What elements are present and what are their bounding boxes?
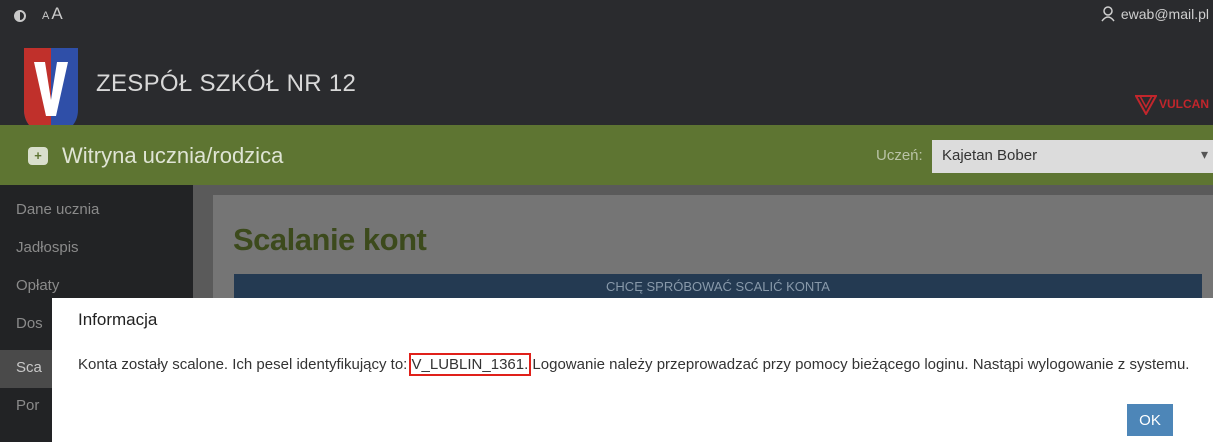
info-dialog: Informacja Konta zostały scalone. Ich pe… <box>52 298 1213 442</box>
pesel-identifier-highlight: V_LUBLIN_1361. <box>408 353 532 376</box>
dialog-title: Informacja <box>78 310 158 329</box>
user-icon <box>1101 6 1115 22</box>
ok-button[interactable]: OK <box>1127 404 1173 436</box>
student-select[interactable]: Kajetan Bober ▾ <box>932 140 1213 173</box>
chevron-down-icon: ▾ <box>1200 146 1208 162</box>
chat-plus-icon: + <box>28 147 48 165</box>
dialog-message: Konta zostały scalone. Ich pesel identyf… <box>78 353 1190 376</box>
user-account[interactable]: ewab@mail.pl <box>1101 6 1209 22</box>
font-size-large-label: A <box>51 4 63 23</box>
font-size-toggle[interactable]: AA <box>42 4 63 24</box>
dialog-message-end: Logowanie należy przeprowadzać przy pomo… <box>528 356 1190 373</box>
vulcan-logo: VULCAN <box>1135 93 1209 115</box>
top-bar <box>0 0 1213 125</box>
student-label: Uczeń: <box>876 147 923 164</box>
vulcan-logo-text: VULCAN <box>1159 97 1209 111</box>
font-size-small-label: A <box>42 10 50 22</box>
student-selected-value: Kajetan Bober <box>942 147 1038 164</box>
merge-accounts-button[interactable]: CHCĘ SPRÓBOWAĆ SCALIĆ KONTA <box>234 274 1202 298</box>
vulcan-logo-icon <box>1135 95 1157 115</box>
contrast-toggle-icon[interactable] <box>14 10 26 22</box>
school-name: ZESPÓŁ SZKÓŁ NR 12 <box>96 70 357 97</box>
user-email: ewab@mail.pl <box>1120 6 1209 22</box>
page-title: Scalanie kont <box>233 222 427 257</box>
sidebar-item-dane-ucznia[interactable]: Dane ucznia <box>0 192 193 230</box>
dialog-message-start: Konta zostały scalone. Ich pesel identyf… <box>78 356 412 373</box>
sidebar-item-jadlospis[interactable]: Jadłospis <box>0 230 193 268</box>
portal-title: Witryna ucznia/rodzica <box>62 143 284 168</box>
